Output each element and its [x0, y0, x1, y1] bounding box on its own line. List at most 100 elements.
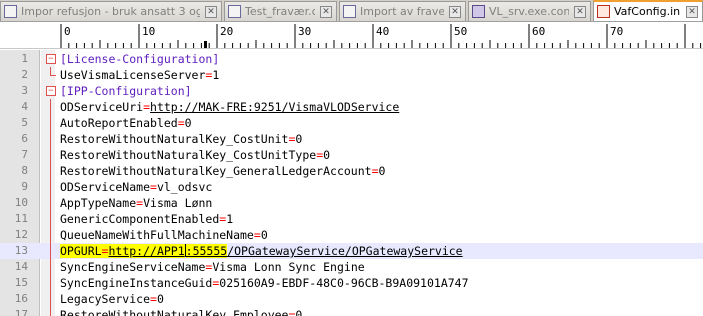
line-text: RestoreWithoutNaturalKey_CostUnit=0	[60, 132, 303, 146]
file-icon	[4, 5, 17, 18]
ruler-label: 60	[532, 25, 545, 38]
editor-line[interactable]: 17 RestoreWithoutNaturalKey_Employee=0	[0, 307, 703, 316]
ini-key: SyncEngineServiceName	[60, 260, 206, 274]
ini-key: QueueNameWithFullMachineName	[60, 228, 254, 242]
fold-line-icon	[46, 259, 56, 275]
editor-line[interactable]: 15 SyncEngineInstanceGuid=025160A9-EBDF-…	[0, 275, 703, 291]
ini-url-port[interactable]: :55555	[185, 244, 228, 258]
ruler-label: 0	[64, 25, 71, 38]
ini-key: RestoreWithoutNaturalKey_CostUnit	[60, 132, 289, 146]
ini-key: AutoReportEnabled	[60, 116, 178, 130]
ini-key: RestoreWithoutNaturalKey_CostUnitType	[60, 148, 317, 162]
close-icon[interactable]: ✕	[205, 5, 217, 18]
tab-label: VL_srv.exe.config	[489, 5, 569, 18]
ini-value: 1	[226, 212, 234, 226]
fold-line-icon	[46, 179, 56, 195]
fold-line-icon	[46, 147, 56, 163]
close-icon[interactable]: ✕	[686, 5, 698, 18]
ini-value: Visma Lonn Sync Engine	[212, 260, 365, 274]
line-number: 10	[14, 196, 28, 209]
editor-line[interactable]: 2 UseVismaLicenseServer=1	[0, 67, 703, 83]
tab-impor-refusjon[interactable]: Impor refusjon - bruk ansatt 3 og4.CSV ✕	[0, 1, 222, 21]
ini-value: 0	[295, 308, 303, 316]
line-number: 11	[14, 212, 28, 225]
editor-line[interactable]: 1 − [License-Configuration]	[0, 51, 703, 67]
tab-label: Import av fraver.txt	[360, 5, 444, 18]
line-number: 3	[21, 84, 28, 97]
fold-line-icon	[46, 243, 56, 259]
line-text: ODServiceName=vl_odsvc	[60, 180, 213, 194]
file-icon	[472, 5, 485, 18]
ini-key: SyncEngineInstanceGuid	[60, 276, 213, 290]
ruler-label: 50	[454, 25, 467, 38]
close-icon[interactable]: ✕	[574, 5, 586, 18]
ini-value: 0	[295, 132, 303, 146]
line-text: AutoReportEnabled=0	[60, 116, 192, 130]
ini-value: 0	[184, 116, 192, 130]
fold-line-icon	[46, 99, 56, 115]
ini-value: Visma Lønn	[143, 196, 213, 210]
editor-line[interactable]: 5 AutoReportEnabled=0	[0, 115, 703, 131]
tab-test-fravaer[interactable]: Test_fravær.csv ✕	[224, 1, 337, 21]
line-text: OPGURL=http://APP1:55555/OPGatewayServic…	[60, 244, 463, 258]
line-text: [IPP-Configuration]	[60, 83, 192, 99]
editor-line[interactable]: 10 AppTypeName=Visma Lønn	[0, 195, 703, 211]
ruler-label: 70	[610, 25, 623, 38]
editor-line[interactable]: 3 − [IPP-Configuration]	[0, 83, 703, 99]
ruler-label: 40	[376, 25, 389, 38]
ini-value: 0	[323, 148, 331, 162]
tab-import-av-fraver[interactable]: Import av fraver.txt ✕	[339, 1, 466, 21]
editor-line[interactable]: 12 QueueNameWithFullMachineName=0	[0, 227, 703, 243]
editor-line[interactable]: 16 LegacyService=0	[0, 291, 703, 307]
cursor-column-marker	[204, 41, 207, 48]
tab-label: Test_fravær.csv	[245, 5, 315, 18]
section-header: [IPP-Configuration]	[60, 84, 192, 98]
line-text: SyncEngineServiceName=Visma Lonn Sync En…	[60, 260, 365, 274]
ruler-ticks: 0 10 20 30 40 50 60 70	[60, 24, 702, 48]
ini-url-value[interactable]: http://APP1	[108, 244, 185, 258]
fold-line-icon	[46, 211, 56, 227]
editor-line-current[interactable]: 13 OPGURL=http://APP1:55555/OPGatewaySer…	[0, 243, 703, 259]
file-icon	[228, 5, 241, 18]
line-number: 14	[14, 260, 28, 273]
editor-line[interactable]: 9 ODServiceName=vl_odsvc	[0, 179, 703, 195]
line-text: UseVismaLicenseServer=1	[60, 68, 220, 82]
line-number: 2	[21, 68, 28, 81]
ini-url-value[interactable]: http://MAK-FRE:9251/VismaVLODService	[150, 100, 399, 114]
line-number: 4	[21, 100, 28, 113]
line-text: ODServiceUri=http://MAK-FRE:9251/VismaVL…	[60, 100, 400, 114]
ini-key: AppTypeName	[60, 196, 137, 210]
line-number: 7	[21, 148, 28, 161]
tab-vafconfig[interactable]: VafConfig.ini ✕	[593, 0, 703, 21]
ini-key: ODServiceUri	[60, 100, 144, 114]
editor-line[interactable]: 7 RestoreWithoutNaturalKey_CostUnitType=…	[0, 147, 703, 163]
line-text: RestoreWithoutNaturalKey_CostUnitType=0	[60, 148, 331, 162]
editor-line[interactable]: 14 SyncEngineServiceName=Visma Lonn Sync…	[0, 259, 703, 275]
text-editor[interactable]: 1 − [License-Configuration] 2 UseVismaLi…	[0, 50, 703, 316]
fold-line-icon	[46, 115, 56, 131]
ini-key: GenericComponentEnabled	[60, 212, 220, 226]
tab-vl-srv-config[interactable]: VL_srv.exe.config ✕	[468, 1, 591, 21]
line-text: RestoreWithoutNaturalKey_GeneralLedgerAc…	[60, 164, 386, 178]
fold-toggle-icon[interactable]: −	[46, 86, 56, 96]
ini-key: ODServiceName	[60, 180, 151, 194]
editor-line[interactable]: 6 RestoreWithoutNaturalKey_CostUnit=0	[0, 131, 703, 147]
file-icon	[343, 5, 356, 18]
line-number: 5	[21, 116, 28, 129]
ini-url-path[interactable]: /OPGatewayService/OPGatewayService	[227, 244, 462, 258]
ruler-label: 10	[142, 25, 155, 38]
fold-toggle-icon[interactable]: −	[46, 54, 56, 64]
line-text: GenericComponentEnabled=1	[60, 212, 234, 226]
close-icon[interactable]: ✕	[449, 5, 461, 18]
line-number: 1	[21, 52, 28, 65]
ini-value: 0	[156, 292, 164, 306]
editor-line[interactable]: 4 ODServiceUri=http://MAK-FRE:9251/Visma…	[0, 99, 703, 115]
line-text: [License-Configuration]	[60, 51, 219, 67]
editor-line[interactable]: 8 RestoreWithoutNaturalKey_GeneralLedger…	[0, 163, 703, 179]
line-number: 13	[14, 244, 28, 257]
fold-line-icon	[46, 227, 56, 243]
fold-line-icon	[46, 163, 56, 179]
close-icon[interactable]: ✕	[320, 5, 332, 18]
line-number: 15	[14, 276, 28, 289]
editor-line[interactable]: 11 GenericComponentEnabled=1	[0, 211, 703, 227]
